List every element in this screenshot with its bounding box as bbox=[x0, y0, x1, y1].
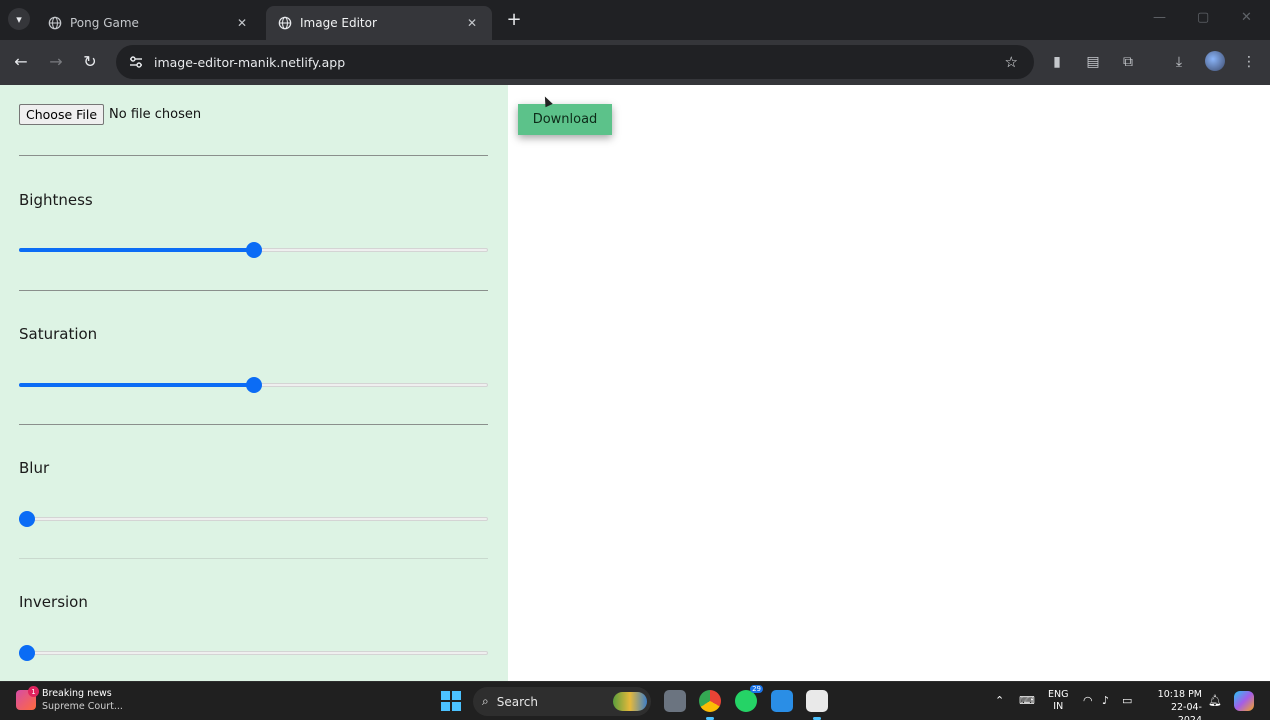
back-arrow-icon[interactable]: ← bbox=[11, 52, 31, 71]
controls-panel: Choose File No file chosen Bightness Sat… bbox=[0, 85, 508, 681]
notification-bell-icon[interactable]: 🔔︎ bbox=[1208, 694, 1222, 707]
search-icon: ⌕ bbox=[482, 694, 489, 708]
vscode-icon[interactable] bbox=[771, 690, 793, 712]
divider bbox=[19, 424, 488, 425]
notification-badge: 29 bbox=[750, 685, 763, 693]
bookmark-star-icon[interactable]: ☆ bbox=[1005, 53, 1018, 71]
divider bbox=[19, 290, 488, 291]
clock-date: 22-04-2024 bbox=[1170, 702, 1202, 720]
clock-time: 10:18 PM bbox=[1157, 689, 1202, 700]
download-button[interactable]: Download bbox=[518, 104, 612, 135]
maximize-icon[interactable]: ▢ bbox=[1197, 10, 1209, 25]
tab-search-chevron-icon[interactable]: ▾ bbox=[8, 8, 30, 30]
file-input-row: Choose File No file chosen bbox=[19, 104, 201, 125]
language-indicator[interactable]: ENG IN bbox=[1048, 689, 1068, 713]
tab-title: Pong Game bbox=[70, 16, 139, 30]
extension-icon[interactable]: ▮ bbox=[1047, 52, 1067, 72]
chrome-icon[interactable] bbox=[699, 690, 721, 712]
task-view-icon[interactable] bbox=[664, 690, 686, 712]
saturation-label: Saturation bbox=[19, 325, 98, 343]
news-title: Breaking news bbox=[42, 688, 112, 699]
brightness-label: Bightness bbox=[19, 191, 93, 209]
slider-thumb[interactable] bbox=[245, 242, 262, 258]
inversion-label: Inversion bbox=[19, 593, 88, 611]
close-icon[interactable]: ✕ bbox=[234, 16, 250, 30]
download-icon[interactable]: ⤓ bbox=[1169, 52, 1189, 72]
show-hidden-icons-chevron-icon[interactable]: ⌃ bbox=[995, 694, 1004, 707]
divider bbox=[19, 558, 488, 559]
screen-recorder-icon[interactable] bbox=[806, 690, 828, 712]
windows-start-icon[interactable] bbox=[441, 691, 461, 711]
taskbar: 1 Breaking news Supreme Court... ⌕ Searc… bbox=[0, 681, 1270, 720]
menu-kebab-icon[interactable]: ⋮ bbox=[1239, 52, 1259, 72]
news-icon: 1 bbox=[16, 686, 39, 710]
battery-icon[interactable]: ▭ bbox=[1122, 694, 1132, 707]
whatsapp-icon[interactable]: 29 bbox=[735, 685, 763, 712]
file-status-text: No file chosen bbox=[109, 107, 202, 122]
inversion-slider[interactable] bbox=[19, 645, 488, 661]
wifi-icon[interactable]: ◠ bbox=[1083, 694, 1093, 707]
slider-thumb[interactable] bbox=[19, 511, 35, 527]
blur-slider[interactable] bbox=[19, 511, 488, 527]
search-label: Search bbox=[496, 694, 538, 709]
new-tab-plus-icon[interactable]: + bbox=[504, 9, 524, 30]
forward-arrow-icon[interactable]: → bbox=[46, 52, 66, 71]
browser-tab-strip: ▾ Pong Game ✕ Image Editor ✕ + — ▢ ✕ bbox=[0, 0, 1270, 40]
slider-thumb[interactable] bbox=[245, 377, 262, 393]
news-widget[interactable]: 1 Breaking news Supreme Court... bbox=[16, 686, 123, 713]
news-subtitle: Supreme Court... bbox=[42, 701, 123, 712]
slider-thumb[interactable] bbox=[19, 645, 35, 661]
region-code: IN bbox=[1053, 701, 1064, 712]
globe-icon bbox=[48, 16, 62, 30]
taskbar-search[interactable]: ⌕ Search bbox=[473, 687, 651, 716]
reload-icon[interactable]: ↻ bbox=[80, 52, 100, 71]
brightness-slider[interactable] bbox=[19, 242, 488, 258]
volume-icon[interactable]: ♪ bbox=[1102, 694, 1109, 707]
choose-file-button[interactable]: Choose File bbox=[19, 104, 105, 125]
extension-icon[interactable]: ▤ bbox=[1083, 52, 1103, 72]
minimize-icon[interactable]: — bbox=[1153, 10, 1166, 25]
bing-highlight-icon bbox=[613, 692, 647, 711]
page-viewport: Choose File No file chosen Bightness Sat… bbox=[0, 85, 1270, 681]
tab-image-editor[interactable]: Image Editor ✕ bbox=[266, 6, 492, 40]
browser-toolbar: ← → ↻ ☆ ▮ ▤ ⧉ ⤓ ⋮ bbox=[0, 40, 1270, 85]
window-close-icon[interactable]: ✕ bbox=[1241, 10, 1252, 25]
extensions-puzzle-icon[interactable]: ⧉ bbox=[1118, 52, 1138, 72]
globe-icon bbox=[278, 16, 292, 30]
profile-avatar[interactable] bbox=[1205, 51, 1225, 71]
url-input[interactable] bbox=[154, 54, 974, 70]
keyboard-icon[interactable]: ⌨ bbox=[1019, 694, 1035, 707]
address-bar[interactable]: ☆ bbox=[116, 45, 1034, 79]
clock[interactable]: 10:18 PM 22-04-2024 bbox=[1148, 688, 1202, 720]
saturation-slider[interactable] bbox=[19, 377, 488, 393]
tab-title: Image Editor bbox=[300, 16, 377, 30]
language-code: ENG bbox=[1048, 689, 1069, 700]
tab-pong-game[interactable]: Pong Game ✕ bbox=[36, 6, 262, 40]
close-icon[interactable]: ✕ bbox=[464, 16, 480, 30]
divider bbox=[19, 155, 488, 156]
notification-badge: 1 bbox=[28, 686, 39, 697]
site-settings-icon[interactable] bbox=[128, 54, 144, 70]
copilot-icon[interactable] bbox=[1234, 691, 1254, 711]
blur-label: Blur bbox=[19, 459, 50, 477]
